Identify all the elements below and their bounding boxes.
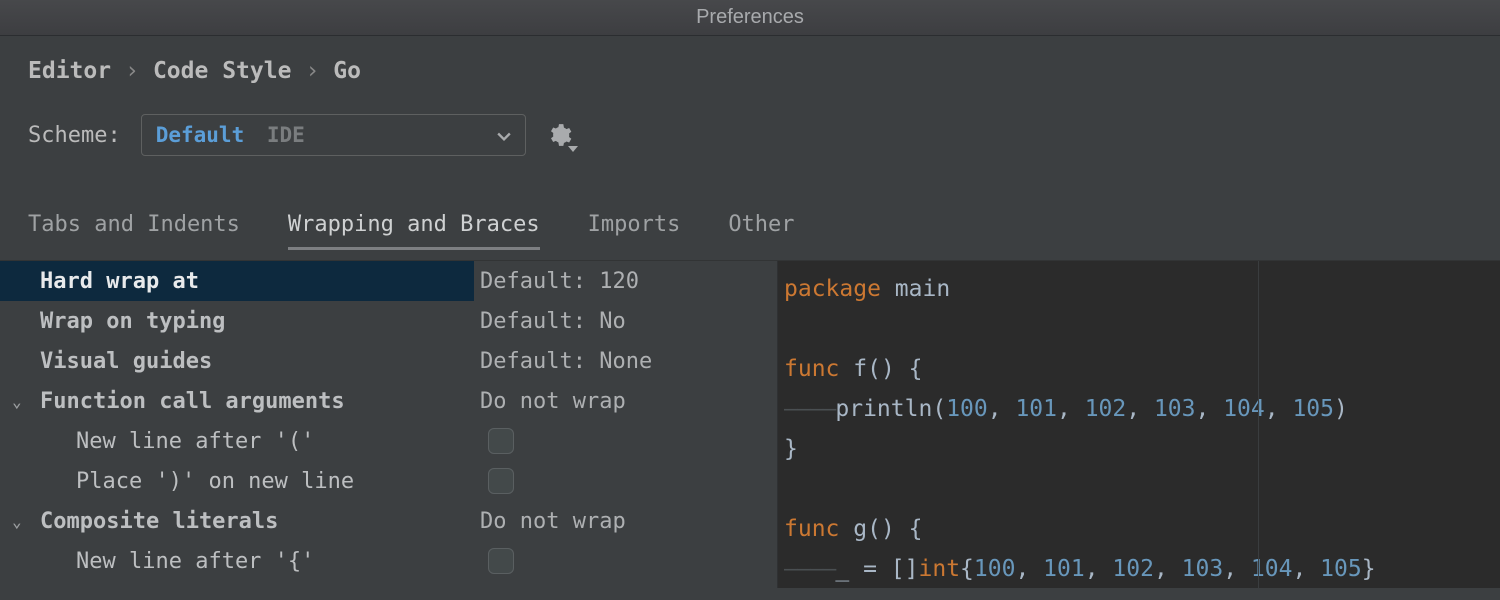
value-text: Do not wrap bbox=[480, 389, 626, 414]
chevron-down-icon bbox=[497, 123, 511, 147]
setting-new-line-after-open-paren[interactable]: New line after '(' bbox=[0, 421, 474, 461]
value-composite-literals[interactable]: Do not wrap bbox=[474, 501, 777, 541]
chevron-right-icon: › bbox=[125, 58, 139, 84]
setting-visual-guides[interactable]: Visual guides bbox=[0, 341, 474, 381]
scheme-value: Default bbox=[156, 123, 245, 147]
value-visual-guides[interactable]: Default: None bbox=[474, 341, 777, 381]
breadcrumb-go[interactable]: Go bbox=[333, 58, 361, 84]
breadcrumb: Editor › Code Style › Go bbox=[28, 58, 1472, 84]
checkbox-new-line-after-open-paren[interactable] bbox=[474, 421, 777, 461]
chevron-down-icon: ⌄ bbox=[12, 392, 22, 411]
tab-tabs-and-indents[interactable]: Tabs and Indents bbox=[28, 212, 240, 250]
code-preview-content: package main func f() { ————println(100,… bbox=[778, 261, 1500, 589]
checkbox-new-line-after-open-brace[interactable] bbox=[474, 541, 777, 581]
tab-wrapping-and-braces[interactable]: Wrapping and Braces bbox=[288, 212, 540, 250]
setting-label: Composite literals bbox=[40, 509, 278, 534]
checkbox-place-close-paren-new-line[interactable] bbox=[474, 461, 777, 501]
settings-values-column: Default: 120 Default: No Default: None D… bbox=[474, 261, 778, 588]
window-title: Preferences bbox=[696, 6, 804, 29]
window-titlebar: Preferences bbox=[0, 0, 1500, 36]
scheme-scope-tag: IDE bbox=[267, 123, 305, 147]
setting-function-call-arguments[interactable]: ⌄ Function call arguments bbox=[0, 381, 474, 421]
hard-wrap-guide-line bbox=[1258, 261, 1259, 588]
tabs: Tabs and Indents Wrapping and Braces Imp… bbox=[0, 212, 1500, 261]
value-text: Do not wrap bbox=[480, 509, 626, 534]
checkbox-icon bbox=[488, 548, 514, 574]
gear-icon[interactable] bbox=[546, 122, 572, 148]
value-hard-wrap-at[interactable]: Default: 120 bbox=[474, 261, 777, 301]
code-preview: package main func f() { ————println(100,… bbox=[778, 261, 1500, 588]
setting-label: Wrap on typing bbox=[40, 309, 225, 334]
setting-label: New line after '{' bbox=[76, 549, 314, 574]
checkbox-icon bbox=[488, 468, 514, 494]
scheme-dropdown[interactable]: Default IDE bbox=[141, 114, 526, 156]
value-text: Default: 120 bbox=[480, 269, 639, 294]
setting-label: Hard wrap at bbox=[40, 269, 199, 294]
setting-label: Function call arguments bbox=[40, 389, 345, 414]
tab-other[interactable]: Other bbox=[728, 212, 794, 250]
setting-label: New line after '(' bbox=[76, 429, 314, 454]
scheme-label: Scheme: bbox=[28, 123, 121, 148]
tab-imports[interactable]: Imports bbox=[588, 212, 681, 250]
value-wrap-on-typing[interactable]: Default: No bbox=[474, 301, 777, 341]
setting-new-line-after-open-brace[interactable]: New line after '{' bbox=[0, 541, 474, 581]
setting-wrap-on-typing[interactable]: Wrap on typing bbox=[0, 301, 474, 341]
breadcrumb-code-style[interactable]: Code Style bbox=[153, 58, 291, 84]
chevron-down-icon: ⌄ bbox=[12, 512, 22, 531]
setting-label: Visual guides bbox=[40, 349, 212, 374]
setting-composite-literals[interactable]: ⌄ Composite literals bbox=[0, 501, 474, 541]
value-text: Default: No bbox=[480, 309, 626, 334]
settings-labels-column: Hard wrap at Wrap on typing Visual guide… bbox=[0, 261, 474, 588]
checkbox-icon bbox=[488, 428, 514, 454]
setting-place-close-paren-new-line[interactable]: Place ')' on new line bbox=[0, 461, 474, 501]
setting-label: Place ')' on new line bbox=[76, 469, 354, 494]
value-text: Default: None bbox=[480, 349, 652, 374]
chevron-right-icon: › bbox=[305, 58, 319, 84]
setting-hard-wrap-at[interactable]: Hard wrap at bbox=[0, 261, 474, 301]
value-function-call-arguments[interactable]: Do not wrap bbox=[474, 381, 777, 421]
breadcrumb-editor[interactable]: Editor bbox=[28, 58, 111, 84]
